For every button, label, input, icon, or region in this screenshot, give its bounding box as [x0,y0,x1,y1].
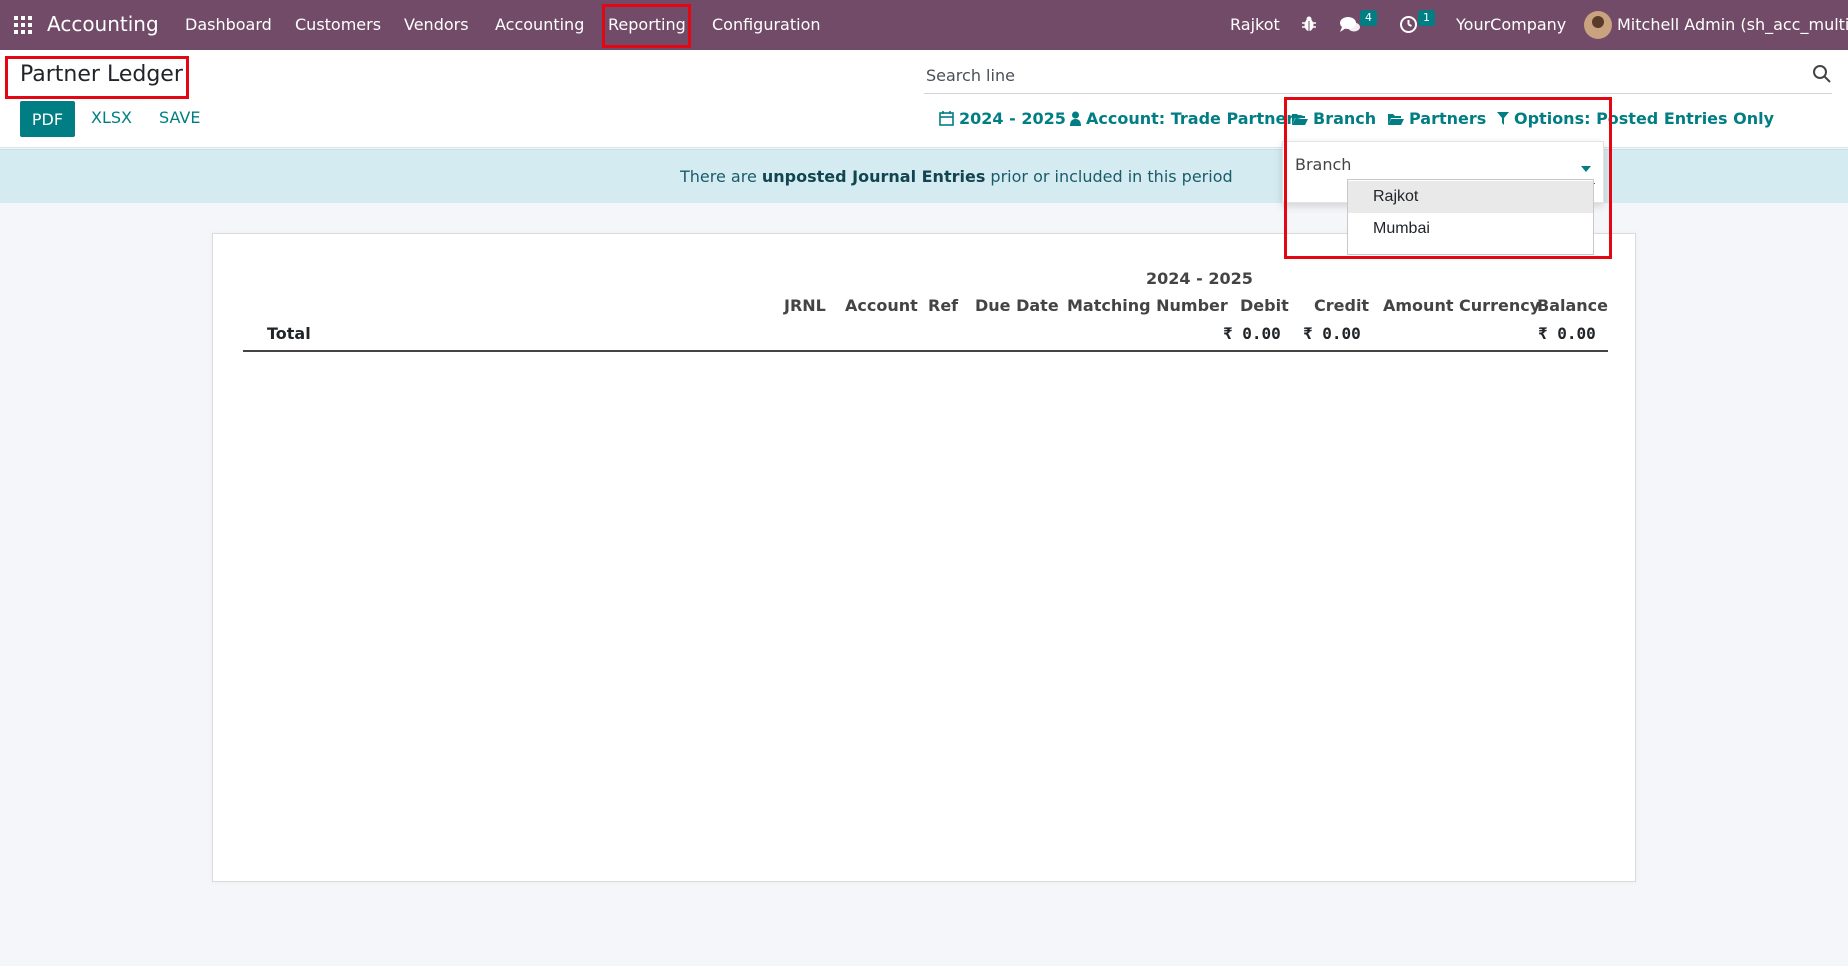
menu-accounting[interactable]: Accounting [495,15,584,34]
unposted-entries-link[interactable]: unposted Journal Entries [762,167,985,186]
bug-icon[interactable] [1301,15,1317,33]
total-credit: ₹ 0.00 [1303,324,1361,343]
report-sheet: 2024 - 2025 JRNL Account Ref Due Date Ma… [212,233,1636,882]
total-row-divider [243,350,1608,352]
period-filter[interactable]: 2024 - 2025 [939,109,1066,128]
alert-suffix: prior or included in this period [985,167,1233,186]
clock-icon[interactable] [1399,15,1418,34]
messages-badge: 4 [1360,10,1377,26]
column-credit: Credit [1314,296,1370,315]
account-filter[interactable]: Account: Trade Partners [1070,109,1304,128]
column-matching-number: Matching Number [1067,296,1228,315]
column-due-date: Due Date [975,296,1059,315]
menu-vendors[interactable]: Vendors [404,15,469,34]
user-menu[interactable]: Mitchell Admin (sh_acc_multi) [1617,15,1848,34]
app-name[interactable]: Accounting [47,12,159,36]
xlsx-button[interactable]: XLSX [91,108,132,127]
search-bar [924,58,1832,94]
total-row-label: Total [267,324,311,343]
calendar-icon [939,111,954,126]
period-filter-label: 2024 - 2025 [959,109,1066,128]
top-navbar: Accounting Dashboard Customers Vendors A… [0,0,1848,50]
activities-badge: 1 [1418,10,1435,26]
search-icon[interactable] [1812,64,1832,84]
title-highlight-box [5,56,189,99]
branch-filter-highlight-box [1284,97,1612,259]
apps-grid-icon[interactable] [14,16,32,34]
save-button[interactable]: SAVE [159,108,200,127]
column-account: Account [845,296,918,315]
branch-switcher[interactable]: Rajkot [1230,15,1280,34]
pdf-button[interactable]: PDF [20,101,75,137]
account-filter-label: Account: Trade Partners [1086,109,1304,128]
messages-icon[interactable] [1339,16,1361,34]
search-input[interactable] [926,66,1786,85]
column-balance: Balance [1537,296,1608,315]
total-debit: ₹ 0.00 [1223,324,1281,343]
menu-customers[interactable]: Customers [295,15,381,34]
menu-dashboard[interactable]: Dashboard [185,15,272,34]
column-jrnl: JRNL [784,296,826,315]
alert-prefix: There are [680,167,762,186]
reporting-highlight-box [602,4,691,48]
column-debit: Debit [1240,296,1289,315]
period-column-header: 2024 - 2025 [1146,269,1253,288]
column-amount-currency: Amount Currency [1383,296,1541,315]
user-icon [1070,111,1081,126]
column-ref: Ref [928,296,959,315]
company-switcher[interactable]: YourCompany [1456,15,1566,34]
total-balance: ₹ 0.00 [1538,324,1596,343]
user-avatar[interactable] [1584,11,1612,39]
menu-configuration[interactable]: Configuration [712,15,821,34]
